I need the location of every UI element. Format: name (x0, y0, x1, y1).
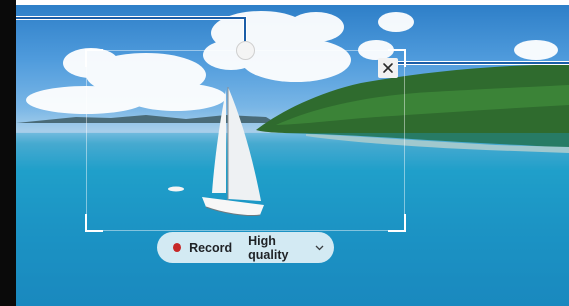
resize-handle-bottom-left[interactable] (85, 214, 103, 232)
recording-area-frame[interactable] (85, 49, 406, 232)
resize-handle-top-left[interactable] (85, 49, 103, 67)
record-button[interactable]: Record (189, 241, 232, 255)
chevron-down-icon (315, 245, 324, 251)
record-dot-icon (173, 243, 182, 252)
resize-handle-bottom-right[interactable] (388, 214, 406, 232)
left-edge-bar (0, 0, 16, 306)
quality-dropdown[interactable]: High quality (248, 234, 324, 262)
close-icon (383, 63, 393, 73)
recording-toolbar: Record High quality (157, 232, 334, 263)
circle-handle-icon[interactable] (236, 41, 255, 60)
close-button[interactable] (378, 58, 398, 78)
quality-label: High quality (248, 233, 289, 262)
